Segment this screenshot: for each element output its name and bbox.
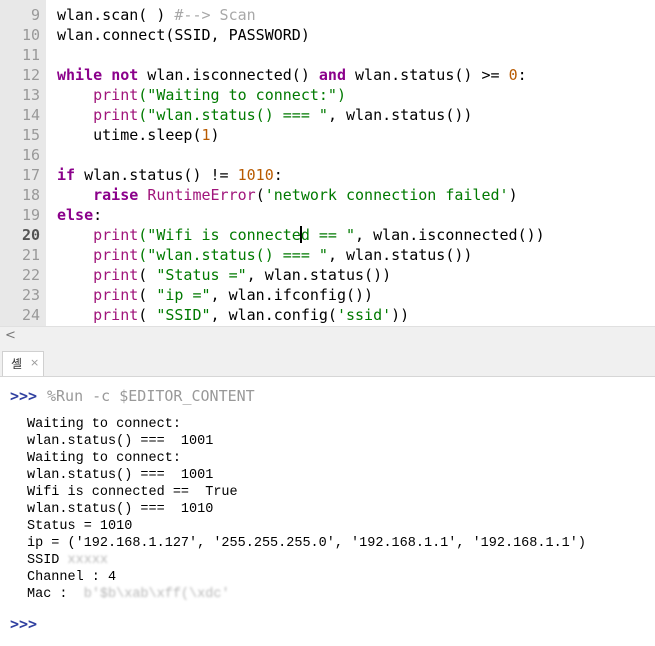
code-text: print("Waiting to connect:") (93, 86, 346, 104)
code-text: wlan.connect(SSID, PASSWORD) (57, 26, 310, 44)
code-line-9: 9 wlan.scan( ) #--> Scan (0, 5, 655, 25)
code-line-22: 22 print( "Status =", wlan.status()) (0, 265, 655, 285)
output-line-mac: Mac : b'$b\xab\xff(\xdc' (27, 587, 230, 602)
horizontal-scrollbar[interactable]: < (0, 326, 655, 345)
line-number: 14 (21, 106, 40, 124)
code-line-23: 23 print( "ip =", wlan.ifconfig()) (0, 285, 655, 305)
code-text: if wlan.status() != 1010: (57, 166, 283, 184)
output-line-channel: Channel : 4 (27, 570, 117, 585)
output-line: wlan.status() === 1001 (27, 434, 214, 449)
code-line-21: 21 print("wlan.status() === ", wlan.stat… (0, 245, 655, 265)
code-line-11: 11 (0, 45, 655, 65)
line-number: 15 (21, 126, 40, 144)
code-text: print("Wifi is connected == ", wlan.isco… (93, 226, 545, 244)
close-icon[interactable]: × (30, 356, 39, 369)
redacted-mac: b'$b\xab\xff(\xdc' (83, 587, 230, 602)
code-line-16: 16 (0, 145, 655, 165)
code-text: while not wlan.isconnected() and wlan.st… (57, 66, 527, 84)
code-text: else: (57, 206, 103, 224)
code-text: utime.sleep(1) (57, 126, 220, 144)
code-line-14: 14 print("wlan.status() === ", wlan.stat… (0, 105, 655, 125)
code-line-18: 18 raise RuntimeError('network connectio… (0, 185, 655, 205)
line-number: 17 (21, 166, 40, 184)
code-editor[interactable]: 9 wlan.scan( ) #--> Scan 10 wlan.connect… (0, 0, 655, 326)
code-text: wlan.scan( ) #--> Scan (57, 6, 256, 24)
shell-input-prompt[interactable]: >>> (10, 615, 37, 633)
code-text: print("wlan.status() === ", wlan.status(… (93, 246, 473, 264)
redacted-ssid: xxxxx (67, 553, 109, 568)
line-number: 9 (30, 6, 40, 24)
output-line: Waiting to connect: (27, 417, 181, 432)
line-number: 18 (21, 186, 40, 204)
line-number: 22 (21, 266, 40, 284)
code-line-10: 10 wlan.connect(SSID, PASSWORD) (0, 25, 655, 45)
line-number: 10 (21, 26, 40, 44)
line-number: 20 (21, 226, 40, 244)
code-line-19: 19 else: (0, 205, 655, 225)
code-line-20: 20 print("Wifi is connected == ", wlan.i… (0, 225, 655, 245)
output-line: wlan.status() === 1010 (27, 502, 214, 517)
code-line-12: 12 while not wlan.isconnected() and wlan… (0, 65, 655, 85)
shell-prompt: >>> (10, 387, 38, 405)
line-number: 21 (21, 246, 40, 264)
code-line-13: 13 print("Waiting to connect:") (0, 85, 655, 105)
shell-tab-bar: 셸 × (0, 351, 655, 377)
code-text: print( "Status =", wlan.status()) (93, 266, 392, 284)
shell-command: %Run -c $EDITOR_CONTENT (47, 387, 255, 405)
output-line: Wifi is connected == True (27, 485, 238, 500)
line-number: 11 (21, 46, 40, 64)
code-text: print("wlan.status() === ", wlan.status(… (93, 106, 473, 124)
output-line-ssid: SSID xxxxx (27, 553, 109, 568)
scroll-left-arrow-icon[interactable]: < (5, 327, 16, 345)
line-number: 24 (21, 306, 40, 324)
shell-console[interactable]: >>> %Run -c $EDITOR_CONTENT Waiting to c… (0, 377, 655, 646)
output-line: ip = ('192.168.1.127', '255.255.255.0', … (27, 536, 586, 551)
line-number: 13 (21, 86, 40, 104)
code-line-17: 17 if wlan.status() != 1010: (0, 165, 655, 185)
code-text: print( "SSID", wlan.config('ssid')) (93, 306, 410, 324)
code-text: print( "ip =", wlan.ifconfig()) (93, 286, 374, 304)
output-line: wlan.status() === 1001 (27, 468, 214, 483)
line-number: 16 (21, 146, 40, 164)
code-text: raise RuntimeError('network connection f… (93, 186, 518, 204)
output-line: Waiting to connect: (27, 451, 181, 466)
tab-shell[interactable]: 셸 × (2, 351, 44, 376)
line-number: 23 (21, 286, 40, 304)
code-line-24: 24 print( "SSID", wlan.config('ssid')) (0, 305, 655, 325)
code-line-15: 15 utime.sleep(1) (0, 125, 655, 145)
output-line: Status = 1010 (27, 519, 133, 534)
line-number: 19 (21, 206, 40, 224)
line-number: 12 (21, 66, 40, 84)
tab-shell-label: 셸 (11, 357, 23, 371)
